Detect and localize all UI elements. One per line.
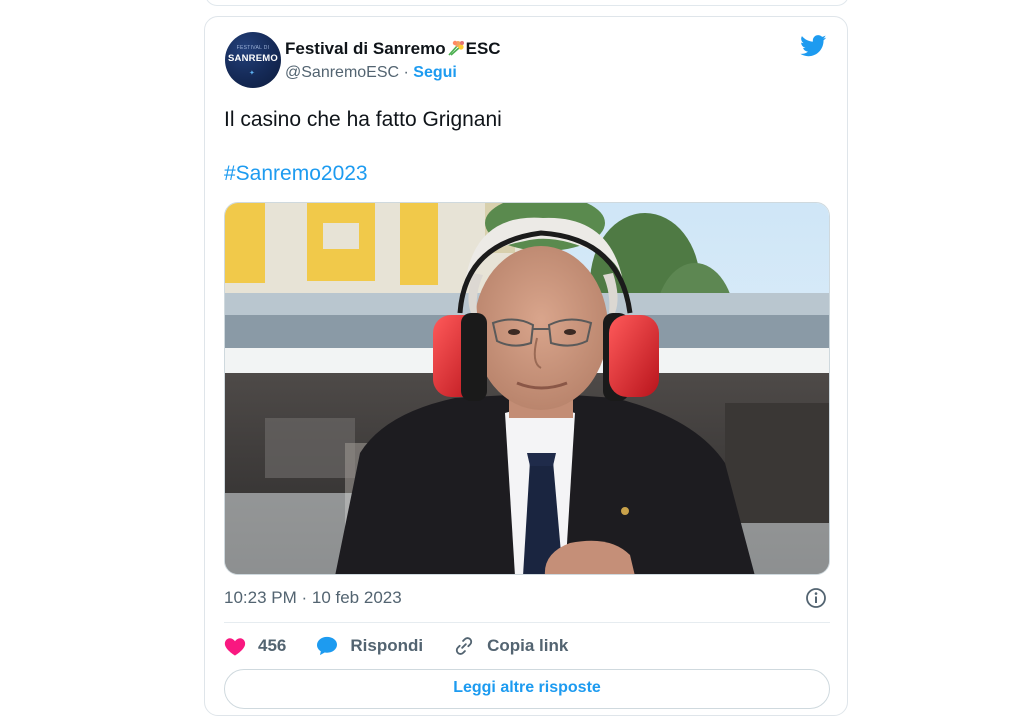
read-replies-button[interactable]: Leggi altre risposte [224, 669, 830, 709]
copy-link-button[interactable]: Copia link [453, 635, 568, 657]
tweet-actions: 456 Rispondi Copia link [224, 634, 598, 658]
tweet-embed-card[interactable]: FESTIVAL DI SANREMO ✦ Festival di Sanrem… [204, 16, 848, 716]
reply-label: Rispondi [350, 636, 424, 655]
link-icon [455, 637, 473, 655]
avatar[interactable]: FESTIVAL DI SANREMO ✦ [225, 32, 281, 88]
bouquet-icon [448, 40, 464, 56]
tweet-timestamp[interactable]: 10:23 PM · 10 feb 2023 [224, 588, 402, 608]
like-count: 456 [258, 636, 287, 655]
heart-icon [224, 638, 246, 656]
reply-button[interactable]: Rispondi [316, 636, 423, 656]
author-suffix: ESC [465, 39, 501, 58]
separator: · [399, 64, 414, 81]
tweet-photo[interactable] [224, 202, 830, 575]
previous-tweet-card [205, 0, 849, 6]
info-icon[interactable] [805, 587, 827, 609]
avatar-small-text: FESTIVAL DI [236, 45, 270, 51]
photo-man-with-headphones [225, 203, 829, 574]
handle-line: @SanremoESC · Segui [285, 64, 457, 82]
author-name-text: Festival di Sanremo [285, 39, 446, 58]
copy-link-label: Copia link [487, 636, 569, 655]
like-button[interactable]: 456 [224, 636, 286, 656]
tweet-text: Il casino che ha fatto Grignani [224, 108, 502, 131]
divider [224, 622, 830, 623]
speech-bubble-icon [317, 636, 338, 656]
twitter-bird-icon[interactable] [800, 35, 827, 57]
follow-button[interactable]: Segui [413, 64, 457, 81]
handle[interactable]: @SanremoESC [285, 64, 399, 81]
avatar-text: SANREMO [228, 53, 278, 64]
author-name[interactable]: Festival di Sanremo ESC [285, 39, 501, 59]
hashtag-link[interactable]: #Sanremo2023 [224, 162, 368, 186]
avatar-star-icon: ✦ [249, 70, 255, 77]
